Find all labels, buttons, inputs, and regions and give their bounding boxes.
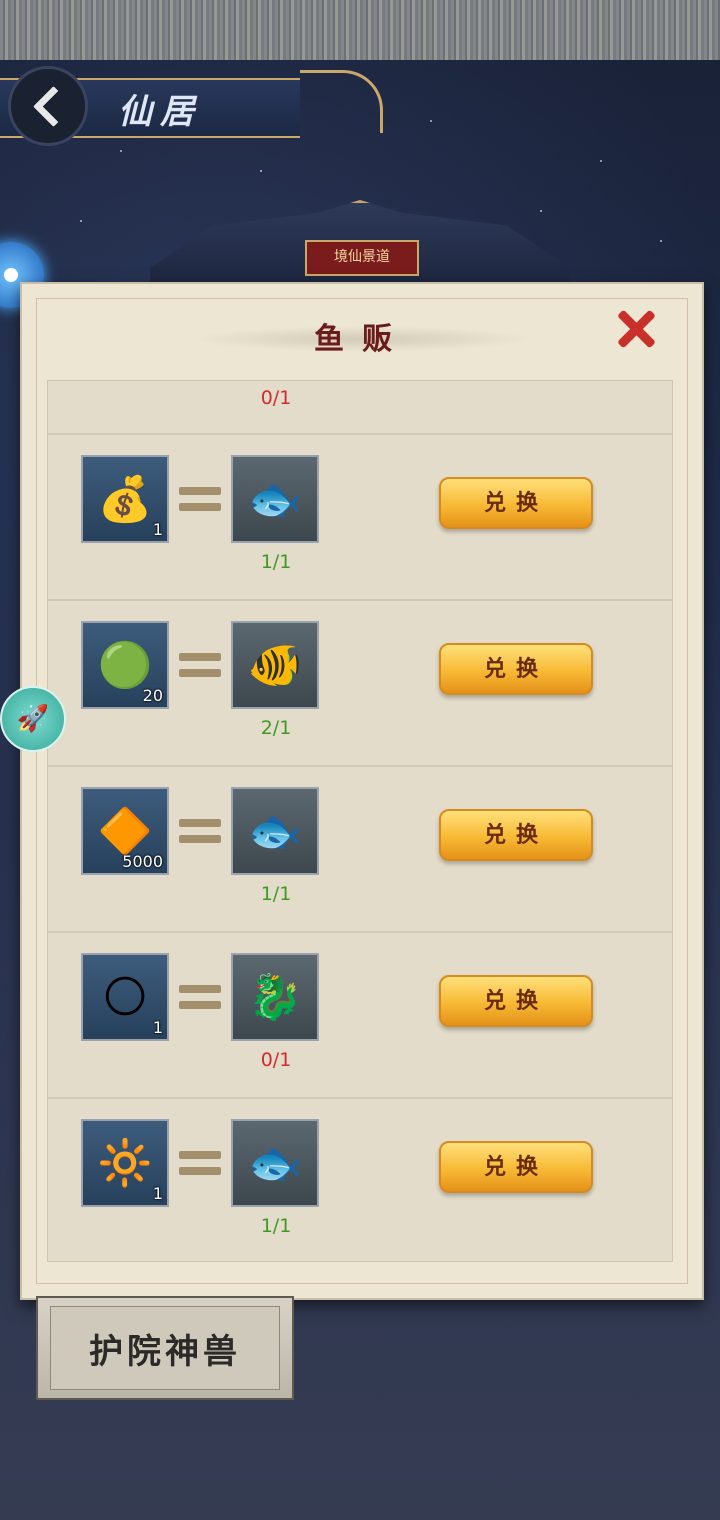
list-item-partial: 0/1: [48, 381, 672, 435]
progress-text: 0/1: [260, 387, 292, 409]
cost-item-slot[interactable]: 🔆 1: [81, 1119, 169, 1207]
cost-item-slot[interactable]: 💰 1: [81, 455, 169, 543]
reward-item-slot[interactable]: 🐟: [231, 455, 319, 543]
exchange-button[interactable]: 兑换: [439, 975, 593, 1027]
dark-fish-icon: 🐟: [247, 806, 303, 857]
golden-carp-icon: 🐠: [247, 640, 303, 691]
fish-vendor-dialog: 鱼贩 0/1 💰 1 🐟 1/1 兑换 🟢 20 🐠 2/1 兑换 🔶 5000…: [20, 282, 704, 1300]
reward-item-slot[interactable]: 🐉: [231, 953, 319, 1041]
cost-item-slot[interactable]: 🟢 20: [81, 621, 169, 709]
arowana-icon: 🐉: [247, 972, 303, 1023]
close-icon[interactable]: [614, 306, 658, 350]
equals-icon: [179, 653, 221, 679]
list-item: 🔆 1 🐟 1/1 兑换: [48, 1099, 672, 1261]
exchange-button[interactable]: 兑换: [439, 643, 593, 695]
equals-icon: [179, 1151, 221, 1177]
cost-item-slot[interactable]: 🌕 1: [81, 953, 169, 1041]
star: [660, 240, 662, 242]
back-button[interactable]: [8, 66, 88, 146]
list-item: 🔶 5000 🐟 1/1 兑换: [48, 767, 672, 933]
equals-icon: [179, 985, 221, 1011]
reward-item-slot[interactable]: 🐟: [231, 1119, 319, 1207]
equals-icon: [179, 487, 221, 513]
guardian-tab-label: 护院神兽: [89, 1332, 241, 1372]
blue-fish-icon: 🐟: [247, 474, 303, 525]
cost-quantity: 5000: [122, 852, 163, 871]
progress-text: 1/1: [260, 883, 292, 905]
progress-text: 0/1: [260, 1049, 292, 1071]
rocket-icon[interactable]: 🚀: [0, 686, 66, 752]
progress-text: 1/1: [260, 1215, 292, 1237]
progress-text: 2/1: [260, 717, 292, 739]
reward-item-slot[interactable]: 🐠: [231, 621, 319, 709]
page-title: 仙居: [118, 92, 202, 132]
cost-item-slot[interactable]: 🔶 5000: [81, 787, 169, 875]
guardian-beast-tab[interactable]: 护院神兽: [36, 1296, 294, 1400]
list-item: 💰 1 🐟 1/1 兑换: [48, 435, 672, 601]
cost-quantity: 1: [152, 1184, 163, 1203]
star: [260, 170, 262, 172]
silver-fish-icon: 🐟: [247, 1138, 303, 1189]
exchange-button[interactable]: 兑换: [439, 809, 593, 861]
reward-item-slot[interactable]: 🐟: [231, 787, 319, 875]
star: [80, 220, 82, 222]
star: [430, 120, 432, 122]
exchange-button[interactable]: 兑换: [439, 477, 593, 529]
pavilion-sign: 境仙景道: [305, 240, 419, 276]
back-chevron-icon: [32, 85, 74, 127]
cost-quantity: 1: [152, 1018, 163, 1037]
exchange-list[interactable]: 0/1 💰 1 🐟 1/1 兑换 🟢 20 🐠 2/1 兑换 🔶 5000 🐟 …: [47, 380, 673, 1262]
star: [120, 150, 122, 152]
list-item: 🌕 1 🐉 0/1 兑换: [48, 933, 672, 1099]
dialog-title: 鱼贩: [314, 322, 410, 357]
star: [540, 210, 542, 212]
progress-text: 1/1: [260, 551, 292, 573]
exchange-button[interactable]: 兑换: [439, 1141, 593, 1193]
star: [600, 160, 602, 162]
equals-icon: [179, 819, 221, 845]
cost-quantity: 20: [142, 686, 163, 705]
cost-quantity: 1: [152, 520, 163, 539]
top-status-strip: [0, 0, 720, 60]
list-item: 🟢 20 🐠 2/1 兑换: [48, 601, 672, 767]
